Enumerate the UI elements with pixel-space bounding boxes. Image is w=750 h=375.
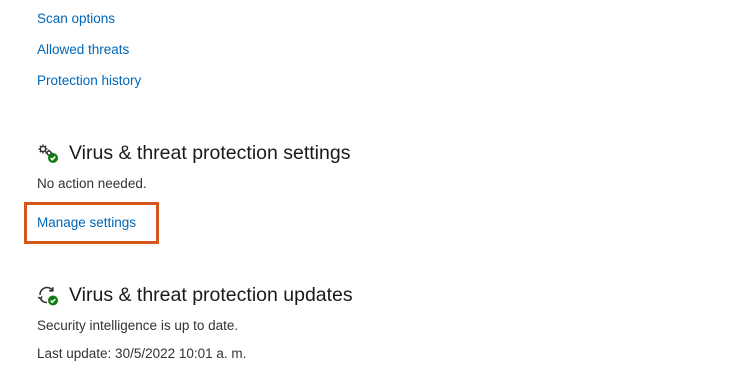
gear-checkmark-icon	[37, 143, 59, 165]
settings-status-text: No action needed.	[37, 176, 147, 191]
refresh-checkmark-icon	[37, 285, 59, 307]
scan-options-link[interactable]: Scan options	[37, 11, 115, 26]
updates-status-text: Security intelligence is up to date.	[37, 318, 239, 333]
settings-section-header: Virus & threat protection settings	[37, 142, 350, 165]
updates-section-header: Virus & threat protection updates	[37, 284, 353, 307]
protection-history-link[interactable]: Protection history	[37, 73, 141, 88]
settings-section-title: Virus & threat protection settings	[69, 142, 351, 164]
last-update-text: Last update: 30/5/2022 10:01 a. m.	[37, 346, 247, 361]
allowed-threats-link[interactable]: Allowed threats	[37, 42, 129, 57]
manage-settings-link[interactable]: Manage settings	[37, 215, 136, 230]
updates-section-title: Virus & threat protection updates	[69, 284, 353, 306]
